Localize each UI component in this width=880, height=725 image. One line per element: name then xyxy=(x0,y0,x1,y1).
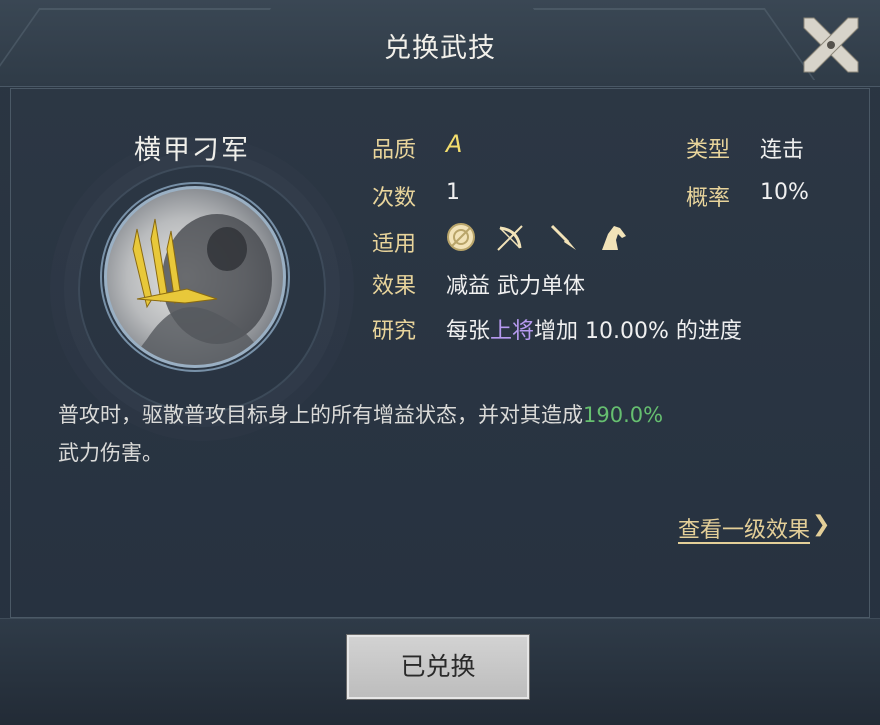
count-label: 次数 xyxy=(372,186,417,211)
skill-portrait xyxy=(104,186,286,368)
dialog-title: 兑换武技 xyxy=(384,33,496,64)
skill-description: 普攻时，驱散普攻目标身上的所有增益状态，并对其造成190.0% 武力伤害。 xyxy=(58,396,818,472)
horse-icon xyxy=(602,226,626,250)
type-value: 连击 xyxy=(760,138,805,163)
chance-label: 概率 xyxy=(686,186,731,211)
chance-value: 10% xyxy=(760,180,809,205)
exchange-skill-dialog: 兑换武技 横甲刁军 品质 A 次数 1 适用 效果 减益 武力单体 研究 每张上… xyxy=(0,0,880,725)
research-suffix: 增加 10.00% 的进度 xyxy=(534,319,742,344)
close-button[interactable] xyxy=(798,12,864,78)
research-prefix: 每张 xyxy=(446,319,491,344)
shield-icon xyxy=(447,223,475,251)
effect-label: 效果 xyxy=(372,274,417,299)
dialog-header: 兑换武技 xyxy=(0,0,880,87)
skill-art-icon xyxy=(127,214,272,365)
type-label: 类型 xyxy=(686,138,731,163)
description-suffix: 武力伤害。 xyxy=(58,441,163,465)
exchanged-button[interactable]: 已兑换 xyxy=(347,635,529,699)
description-text: 普攻时，驱散普攻目标身上的所有增益状态，并对其造成 xyxy=(58,403,583,427)
research-highlight: 上将 xyxy=(490,319,535,344)
view-level1-effect-link[interactable]: 查看一级效果 xyxy=(678,512,810,544)
skill-name: 横甲刁军 xyxy=(134,135,250,166)
count-value: 1 xyxy=(446,180,460,205)
close-icon xyxy=(803,17,859,73)
chevron-right-icon[interactable]: ❯ xyxy=(812,512,830,537)
research-value: 每张上将增加 10.00% 的进度 xyxy=(446,313,742,345)
effect-value: 减益 武力单体 xyxy=(446,274,585,299)
quality-label: 品质 xyxy=(372,138,417,163)
research-label: 研究 xyxy=(372,319,417,344)
applicable-label: 适用 xyxy=(372,232,417,257)
bow-icon xyxy=(497,225,523,251)
spear-icon xyxy=(550,224,576,250)
quality-value: A xyxy=(446,130,463,158)
damage-percent: 190.0% xyxy=(583,403,664,427)
